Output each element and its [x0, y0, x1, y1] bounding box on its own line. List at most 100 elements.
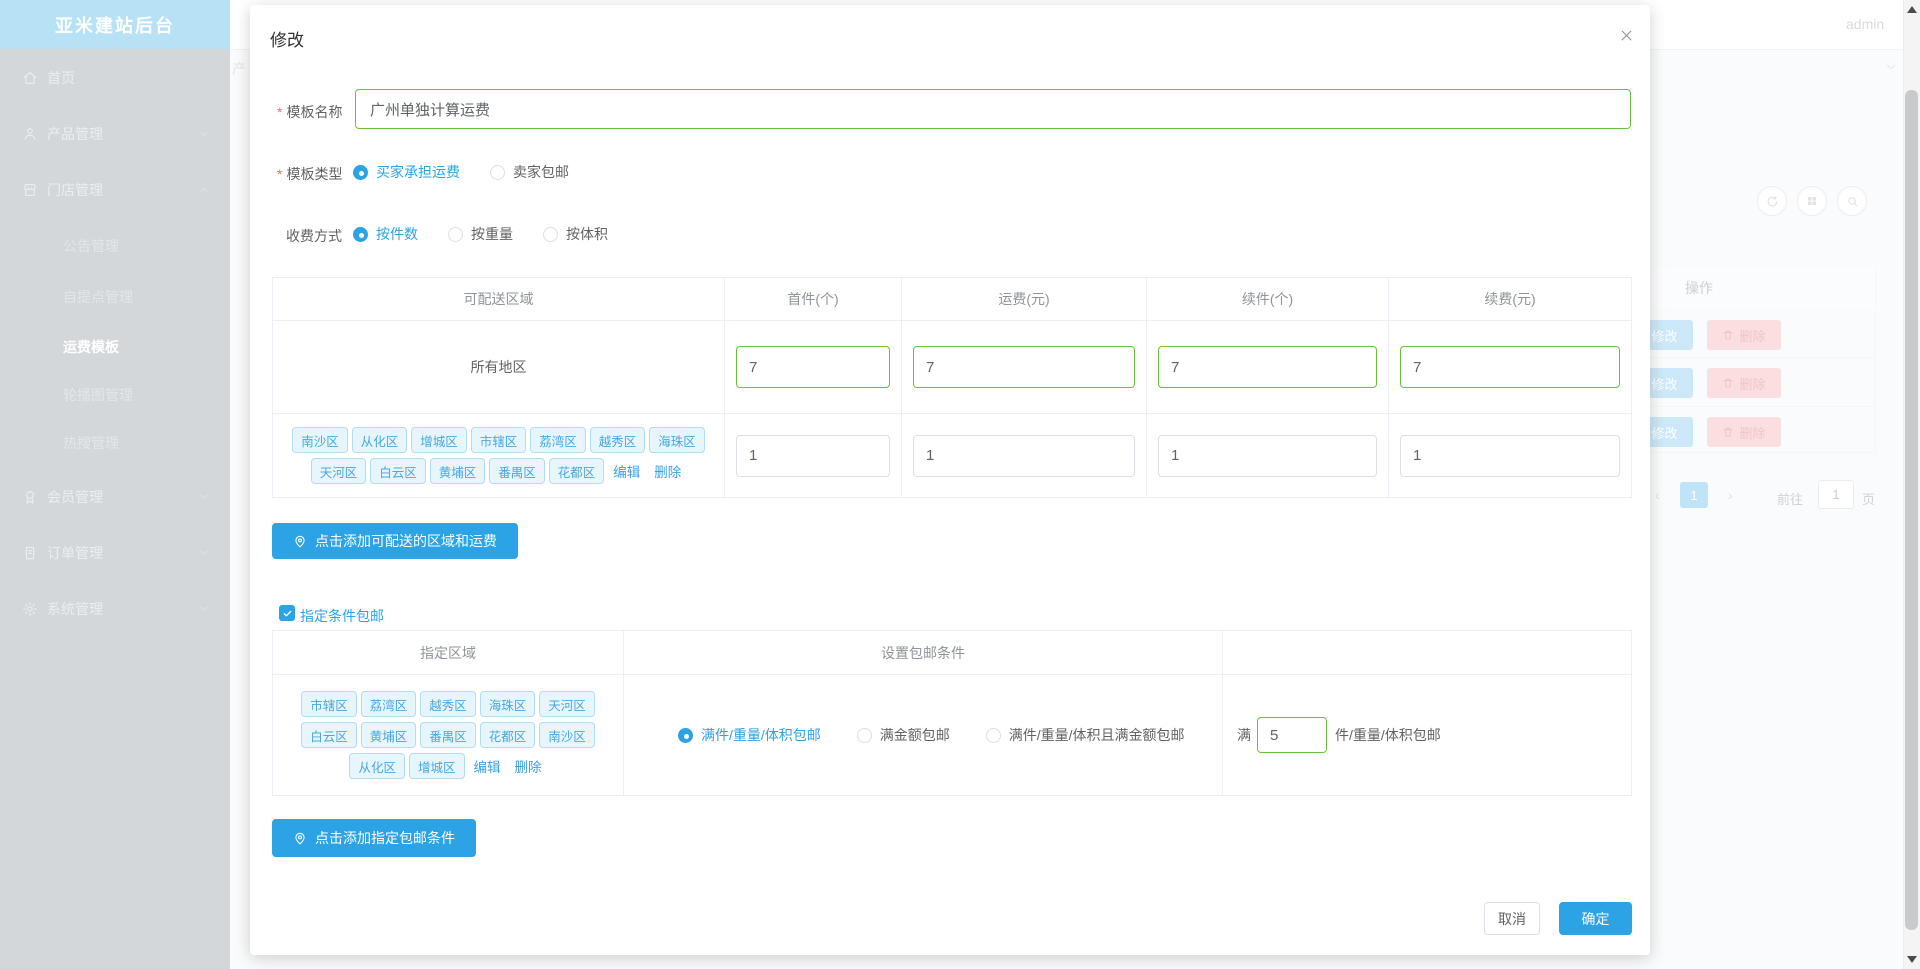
additional-fee-input[interactable]: [1400, 434, 1620, 477]
pagination-page-1[interactable]: 1: [1680, 482, 1708, 508]
delete-button[interactable]: 删除: [1707, 368, 1781, 398]
sidebar-item-system[interactable]: 系统管理: [0, 598, 230, 620]
template-name-label: * 模板名称: [277, 104, 343, 120]
delete-button[interactable]: 删除: [1707, 320, 1781, 350]
refresh-icon[interactable]: [1757, 186, 1787, 216]
delete-regions-link[interactable]: 删除: [515, 756, 542, 776]
sidebar-item-home[interactable]: 首页: [0, 67, 230, 89]
delete-regions-link[interactable]: 删除: [654, 461, 681, 481]
column-header: [1223, 631, 1632, 675]
radio-dot: [448, 226, 463, 242]
additional-piece-input[interactable]: [1158, 346, 1377, 388]
user-menu[interactable]: admin: [1846, 16, 1884, 32]
table-cell: [902, 414, 1147, 498]
region-tag: 花都区: [479, 722, 536, 748]
radio-by-piece[interactable]: 按件数: [353, 224, 418, 244]
delete-button[interactable]: 删除: [1707, 417, 1781, 447]
region-tag: 黄埔区: [360, 722, 417, 748]
sidebar-item-products[interactable]: 产品管理: [0, 123, 230, 145]
confirm-button[interactable]: 确定: [1559, 902, 1632, 935]
order-icon: [22, 545, 38, 561]
region-tag: 增城区: [411, 427, 467, 453]
radio-seller-free-shipping[interactable]: 卖家包邮: [490, 162, 569, 182]
region-tag: 番禺区: [420, 722, 476, 748]
pagination-prev[interactable]: ‹: [1655, 487, 1660, 503]
region-tag: 番禺区: [489, 458, 545, 484]
gear-icon: [22, 601, 38, 617]
additional-piece-input[interactable]: [1158, 434, 1377, 477]
table-cell: [725, 414, 902, 498]
conditional-free-shipping-checkbox[interactable]: [279, 605, 295, 621]
radio-dot: [353, 164, 368, 180]
region-tag: 南沙区: [292, 427, 348, 453]
column-header: 首件(个): [725, 278, 902, 321]
radio-free-by-quantity-and-amount[interactable]: 满件/重量/体积且满金额包邮: [985, 725, 1185, 745]
search-icon[interactable]: [1837, 186, 1867, 216]
radio-free-by-amount[interactable]: 满金额包邮: [856, 725, 950, 745]
template-name-input[interactable]: [355, 89, 1631, 129]
add-region-button[interactable]: 点击添加可配送的区域和运费: [272, 523, 518, 559]
sidebar-item-announcements[interactable]: 公告管理: [0, 235, 230, 257]
region-tag: 海珠区: [479, 691, 536, 717]
trash-icon: [1723, 427, 1733, 437]
first-piece-input[interactable]: [736, 346, 890, 388]
threshold-prefix: 满: [1237, 727, 1251, 743]
sidebar-item-carousel[interactable]: 轮播图管理: [0, 384, 230, 406]
shipping-fee-input[interactable]: [913, 346, 1135, 388]
radio-dot: [985, 727, 1001, 743]
pagination-unit-label: 页: [1862, 492, 1876, 507]
pagination-goto-input[interactable]: [1818, 480, 1854, 509]
table-cell: [1389, 321, 1632, 414]
scrollbar-down-arrow[interactable]: [1907, 956, 1917, 963]
close-icon[interactable]: [1616, 25, 1636, 45]
shipping-fee-input[interactable]: [913, 434, 1135, 477]
first-piece-input[interactable]: [736, 434, 890, 477]
radio-buyer-pays-shipping[interactable]: 买家承担运费: [353, 162, 460, 182]
radio-dot: [678, 727, 693, 743]
radio-free-by-quantity[interactable]: 满件/重量/体积包邮: [678, 725, 821, 745]
sidebar-item-hot-search[interactable]: 热搜管理: [0, 432, 230, 454]
check-icon: [283, 610, 291, 616]
template-type-label: * 模板类型: [277, 166, 343, 182]
user-icon: [22, 126, 38, 142]
sidebar-item-shipping-templates[interactable]: 运费模板: [0, 336, 230, 358]
chevron-down-icon: [198, 128, 210, 140]
region-tag: 荔湾区: [360, 691, 417, 717]
scrollbar-thumb[interactable]: [1905, 90, 1918, 930]
radio-dot: [543, 226, 558, 242]
threshold-cell: 满 件/重量/体积包邮: [1223, 675, 1632, 796]
app-logo-title: 亚米建站后台: [0, 0, 230, 49]
chevron-down-icon: [198, 603, 210, 615]
location-pin-icon: [295, 535, 305, 548]
radio-dot: [353, 226, 368, 242]
edit-regions-link[interactable]: 编辑: [474, 756, 501, 776]
radio-dot: [490, 164, 505, 180]
region-tag: 黄埔区: [429, 458, 486, 484]
additional-fee-input[interactable]: [1400, 346, 1620, 388]
condition-type-cell: 满件/重量/体积包邮 满金额包邮 满件/重量/体积且满金额包邮: [624, 675, 1223, 796]
grid-icon[interactable]: [1797, 186, 1827, 216]
radio-by-weight[interactable]: 按重量: [448, 224, 513, 244]
column-header: 运费(元): [902, 278, 1147, 321]
sidebar-item-stores[interactable]: 门店管理: [0, 179, 230, 201]
region-tag: 从化区: [349, 753, 405, 779]
region-tag: 市辖区: [301, 691, 357, 717]
edit-regions-link[interactable]: 编辑: [613, 461, 640, 481]
sidebar-item-pickup-points[interactable]: 自提点管理: [0, 286, 230, 308]
column-header: 续件(个): [1147, 278, 1389, 321]
radio-by-volume[interactable]: 按体积: [543, 224, 608, 244]
trash-icon: [1723, 378, 1733, 388]
pagination-next[interactable]: ›: [1728, 487, 1733, 503]
cancel-button[interactable]: 取消: [1484, 902, 1540, 935]
location-pin-icon: [295, 832, 305, 845]
add-condition-button[interactable]: 点击添加指定包邮条件: [272, 819, 476, 857]
sidebar-item-orders[interactable]: 订单管理: [0, 542, 230, 564]
sidebar-item-members[interactable]: 会员管理: [0, 486, 230, 508]
background-clipped-text: 产: [232, 61, 246, 77]
conditional-free-shipping-label[interactable]: 指定条件包邮: [300, 606, 384, 626]
table-cell: [902, 321, 1147, 414]
table-cell: [1147, 414, 1389, 498]
scrollbar-up-arrow[interactable]: [1907, 6, 1917, 13]
charge-method-label: 收费方式: [286, 228, 342, 244]
threshold-value-input[interactable]: [1257, 717, 1327, 753]
